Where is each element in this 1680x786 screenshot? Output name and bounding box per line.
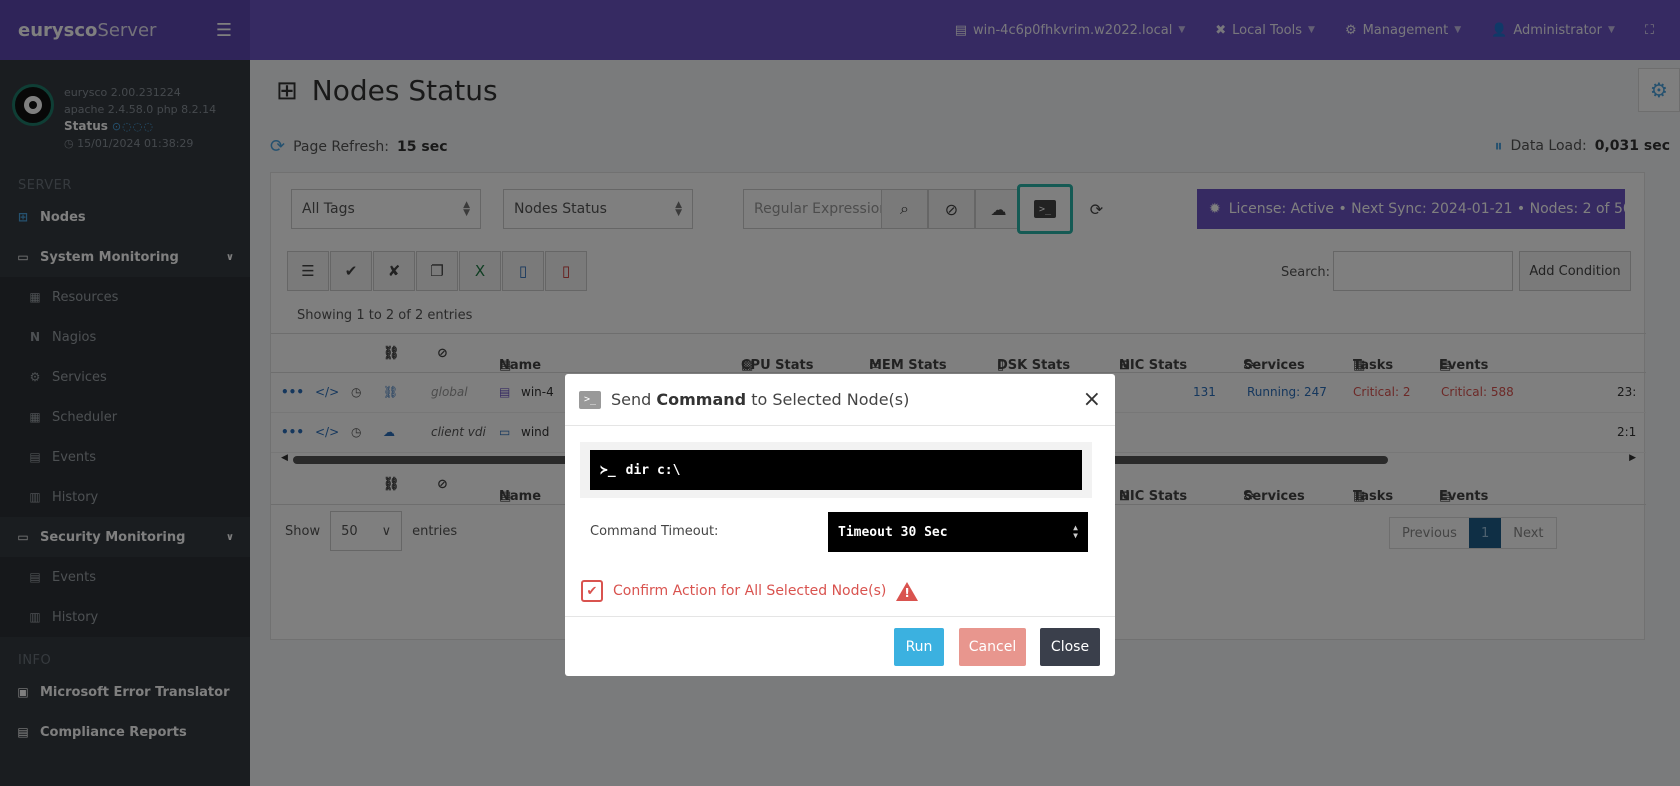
confirm-row[interactable]: ✔ Confirm Action for All Selected Node(s…: [581, 580, 919, 602]
dialog-title: Send Command to Selected Node(s): [611, 390, 909, 409]
confirm-checkbox[interactable]: ✔: [581, 580, 603, 602]
confirm-label: Confirm Action for All Selected Node(s): [613, 583, 887, 599]
close-icon[interactable]: ×: [1083, 387, 1101, 412]
title-pre: Send: [611, 390, 657, 409]
close-button[interactable]: Close: [1040, 628, 1100, 666]
run-button[interactable]: Run: [894, 628, 944, 666]
title-post: to Selected Node(s): [746, 390, 910, 409]
timeout-label: Command Timeout:: [590, 524, 719, 539]
command-value: dir c:\: [625, 462, 681, 478]
timeout-select[interactable]: Timeout 30 Sec ▲ ▼: [828, 512, 1088, 552]
command-input[interactable]: ≻_ dir c:\: [590, 450, 1082, 490]
prompt-icon: ≻_: [600, 462, 616, 478]
select-arrows-icon: ▲▼: [1073, 523, 1078, 540]
warning-icon: [896, 581, 919, 601]
terminal-icon: >_: [579, 390, 601, 409]
dialog-footer: Run Cancel Close: [565, 616, 1115, 676]
send-command-dialog: >_ Send Command to Selected Node(s) × ≻_…: [565, 374, 1115, 676]
command-input-wrap: ≻_ dir c:\: [580, 442, 1092, 498]
cancel-button[interactable]: Cancel: [959, 628, 1026, 666]
timeout-value: Timeout 30 Sec: [838, 524, 948, 540]
dialog-header: >_ Send Command to Selected Node(s) ×: [565, 374, 1115, 426]
title-bold: Command: [656, 390, 747, 409]
